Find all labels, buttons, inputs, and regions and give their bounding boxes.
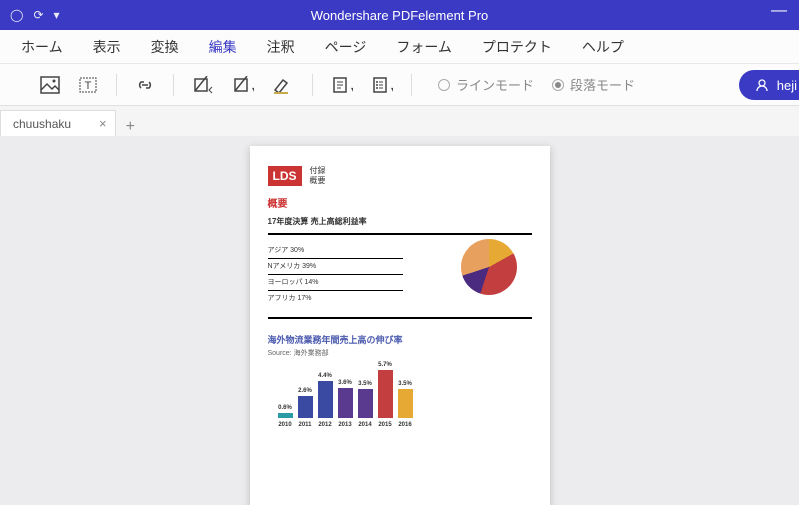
svg-text:▾: ▾ bbox=[252, 85, 254, 94]
minimize-button[interactable]: — bbox=[771, 2, 787, 20]
svg-text:T: T bbox=[85, 80, 92, 92]
bar-col: 3.6%2013 bbox=[338, 380, 353, 428]
badge-sub1: 付録 bbox=[310, 166, 326, 176]
menu-item-5[interactable]: ページ bbox=[310, 33, 382, 61]
highlight-icon[interactable] bbox=[272, 76, 294, 94]
link-icon[interactable] bbox=[135, 76, 155, 94]
tab-label: chuushaku bbox=[13, 117, 71, 131]
section-title: 概要 bbox=[268, 195, 532, 210]
menu-item-1[interactable]: 表示 bbox=[78, 33, 136, 61]
svg-text:▾: ▾ bbox=[391, 85, 393, 94]
separator bbox=[411, 74, 412, 96]
chart1-title: 17年度決算 売上高総利益率 bbox=[268, 216, 532, 227]
bar-col: 4.4%2012 bbox=[318, 373, 333, 428]
bar-col: 5.7%2015 bbox=[378, 362, 393, 428]
menu-item-6[interactable]: フォーム bbox=[381, 33, 467, 61]
pie-label: Nアメリカ 39% bbox=[268, 261, 403, 271]
crop-dropdown-icon[interactable]: ▾ bbox=[232, 76, 254, 94]
badge-sub2: 概要 bbox=[310, 176, 326, 186]
form-icon[interactable]: ▾ bbox=[331, 76, 353, 94]
pie-label: ヨーロッパ 14% bbox=[268, 277, 403, 287]
list-icon[interactable]: ▾ bbox=[371, 76, 393, 94]
paragraph-mode-radio[interactable]: 段落モード bbox=[552, 75, 635, 94]
separator bbox=[312, 74, 313, 96]
pie-chart: アジア 30% Nアメリカ 39% ヨーロッパ 14% アフリカ 17% bbox=[268, 241, 532, 311]
bar-col: 3.5%2016 bbox=[398, 381, 413, 428]
chart2-source: Source: 海外業務部 bbox=[268, 348, 532, 358]
title-bar: ◯ ⟳ ▾ Wondershare PDFelement Pro — bbox=[0, 0, 799, 30]
bar-chart: 0.6%2010 2.6%2011 4.4%2012 3.6%2013 3.5%2014… bbox=[268, 366, 532, 428]
toolbar: T ▾ ▾ ▾ ラインモード 段落モード heji bbox=[0, 64, 799, 106]
menu-bar: ホーム表示変換編集注釈ページフォームプロテクトヘルプ bbox=[0, 30, 799, 64]
bar-col: 3.5%2014 bbox=[358, 381, 373, 428]
user-button[interactable]: heji bbox=[739, 70, 799, 100]
pie-label: アジア 30% bbox=[268, 245, 403, 255]
menu-item-0[interactable]: ホーム bbox=[6, 33, 78, 61]
tab-bar: chuushaku × + bbox=[0, 106, 799, 136]
user-icon bbox=[755, 78, 769, 92]
document-tab[interactable]: chuushaku × bbox=[0, 110, 116, 136]
pie-graphic bbox=[461, 239, 517, 295]
divider bbox=[268, 233, 532, 235]
undo-icon[interactable]: ◯ bbox=[10, 8, 23, 22]
menu-item-4[interactable]: 注釈 bbox=[252, 33, 310, 61]
menu-item-8[interactable]: ヘルプ bbox=[567, 33, 639, 61]
crop-icon[interactable] bbox=[192, 76, 214, 94]
divider bbox=[268, 317, 532, 319]
bar-col: 2.6%2011 bbox=[298, 388, 313, 428]
add-tab-button[interactable]: + bbox=[116, 118, 145, 136]
separator bbox=[173, 74, 174, 96]
menu-item-2[interactable]: 変換 bbox=[136, 33, 194, 61]
workspace: LDS 付録 概要 概要 17年度決算 売上高総利益率 アジア 30% Nアメリカ… bbox=[0, 136, 799, 505]
menu-item-7[interactable]: プロテクト bbox=[467, 33, 567, 61]
close-icon[interactable]: × bbox=[99, 116, 107, 131]
chart2-title: 海外物流業務年間売上高の伸び率 bbox=[268, 333, 532, 346]
menu-item-3[interactable]: 編集 bbox=[194, 33, 252, 61]
dropdown-icon[interactable]: ▾ bbox=[54, 8, 60, 22]
app-title: Wondershare PDFelement Pro bbox=[311, 8, 489, 23]
line-mode-radio[interactable]: ラインモード bbox=[438, 75, 534, 94]
image-icon[interactable] bbox=[40, 76, 60, 94]
pie-label: アフリカ 17% bbox=[268, 293, 403, 303]
pdf-page[interactable]: LDS 付録 概要 概要 17年度決算 売上高総利益率 アジア 30% Nアメリカ… bbox=[250, 146, 550, 505]
bar-col: 0.6%2010 bbox=[278, 405, 293, 428]
redo-icon[interactable]: ⟳ bbox=[33, 8, 43, 22]
text-box-icon[interactable]: T bbox=[78, 76, 98, 94]
logo-badge: LDS bbox=[268, 166, 302, 186]
separator bbox=[116, 74, 117, 96]
svg-text:▾: ▾ bbox=[351, 85, 353, 94]
